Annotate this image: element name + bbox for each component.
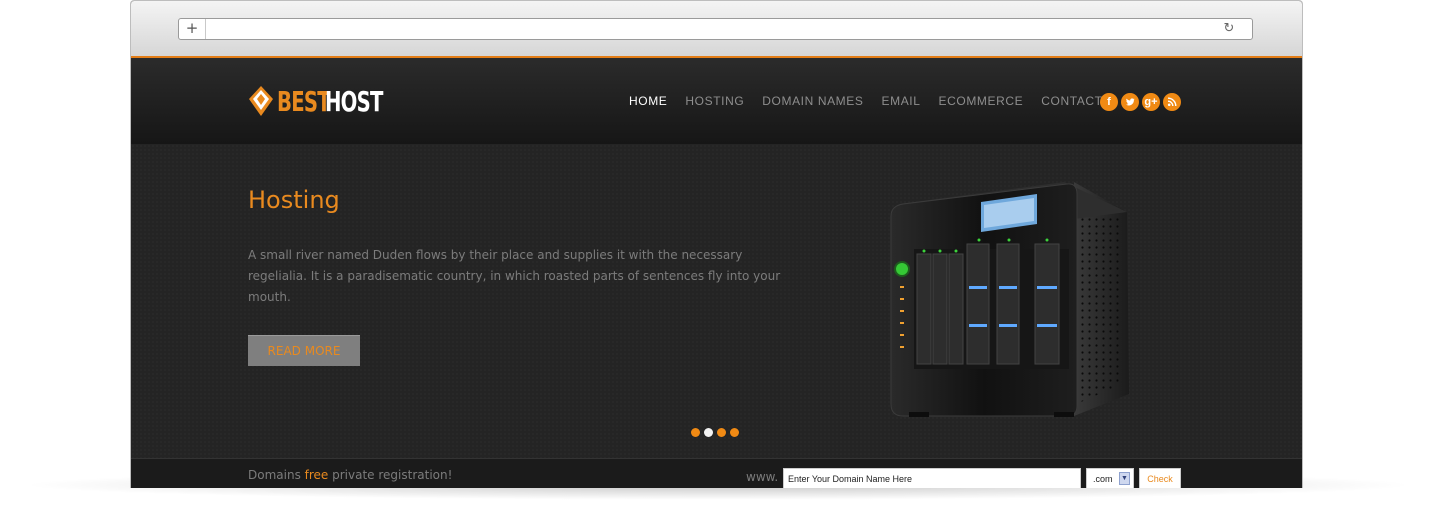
domain-search-bar: Domains free private registration! www. … [131, 458, 1302, 488]
domain-promo: Domains free private registration! [248, 468, 452, 482]
browser-window: + ↻ BEST HOST HOME HOSTING DOMAIN NAMES … [130, 0, 1303, 488]
website: BEST HOST HOME HOSTING DOMAIN NAMES EMAI… [131, 56, 1302, 488]
chevron-down-icon[interactable]: ▼ [1119, 472, 1130, 485]
browser-toolbar: + ↻ [131, 1, 1302, 57]
logo-best: BEST [277, 84, 331, 118]
hero-description: A small river named Duden flows by their… [248, 248, 781, 304]
nav-hosting[interactable]: HOSTING [685, 94, 744, 108]
logo[interactable]: BEST HOST [248, 83, 399, 119]
slider-dot-1[interactable] [691, 428, 700, 437]
promo-highlight: free [304, 468, 329, 482]
read-more-button[interactable]: READ MORE [248, 335, 360, 366]
slider-dot-4[interactable] [730, 428, 739, 437]
google-plus-icon[interactable]: g+ [1142, 93, 1160, 111]
www-label: www. [746, 470, 779, 484]
logo-host: HOST [324, 84, 383, 118]
nav-email[interactable]: EMAIL [882, 94, 921, 108]
promo-suffix: private registration! [328, 468, 453, 482]
twitter-icon[interactable] [1121, 93, 1139, 111]
server-rack-image [890, 182, 1129, 417]
site-header: BEST HOST HOME HOSTING DOMAIN NAMES EMAI… [131, 56, 1302, 144]
promo-prefix: Domains [248, 468, 305, 482]
facebook-icon[interactable]: f [1100, 93, 1118, 111]
slider-dot-3[interactable] [717, 428, 726, 437]
diamond-logo-icon [249, 86, 273, 116]
hero-title: Hosting [248, 186, 340, 214]
address-bar[interactable]: + ↻ [178, 18, 1253, 40]
social-links: f g+ [1100, 93, 1184, 111]
hero-slider: Hosting A small river named Duden flows … [131, 144, 1302, 458]
nav-contact[interactable]: CONTACT [1041, 94, 1102, 108]
tld-value: .com [1093, 474, 1113, 484]
check-button[interactable]: Check [1139, 468, 1181, 488]
nav-ecommerce[interactable]: ECOMMERCE [939, 94, 1024, 108]
slider-dot-2[interactable] [704, 428, 713, 437]
nav-home[interactable]: HOME [629, 94, 667, 108]
plus-icon[interactable]: + [179, 19, 206, 39]
nav-domain-names[interactable]: DOMAIN NAMES [762, 94, 863, 108]
tld-select[interactable]: .com ▼ [1086, 468, 1134, 488]
rss-icon[interactable] [1163, 93, 1181, 111]
slider-dots [691, 428, 743, 437]
reload-icon[interactable]: ↻ [1220, 20, 1238, 38]
domain-name-input[interactable] [783, 468, 1081, 488]
main-nav: HOME HOSTING DOMAIN NAMES EMAIL ECOMMERC… [629, 94, 1121, 108]
